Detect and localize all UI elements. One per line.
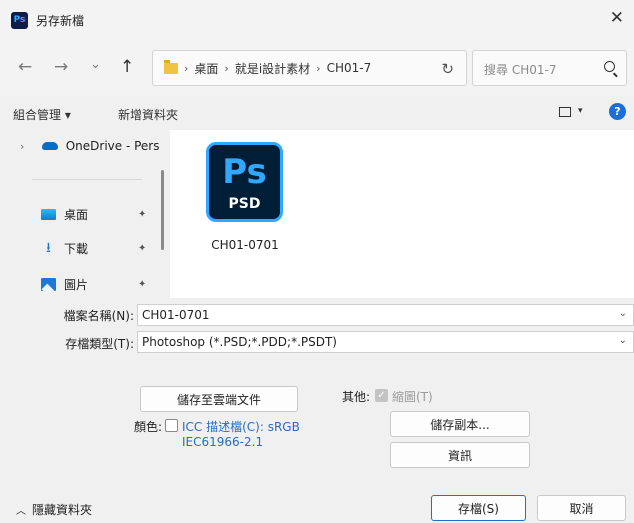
window-title: 另存新檔 — [36, 13, 85, 28]
save-button[interactable]: 存檔(S) — [431, 495, 526, 521]
organize-menu-button[interactable]: 組合管理 ▾ — [13, 106, 71, 123]
command-bar: 組合管理 ▾ 新增資料夾 ▾ ? — [0, 96, 634, 130]
filetype-select[interactable]: Photoshop (*.PSD;*.PDD;*.PSDT) ⌄ — [137, 331, 634, 353]
pictures-icon — [41, 277, 56, 291]
sidebar-item-label: OneDrive - Pers — [65, 139, 160, 153]
back-arrow-icon[interactable]: ← — [18, 58, 32, 76]
breadcrumb-separator: › — [316, 61, 321, 75]
filename-value[interactable]: CH01-0701 — [142, 308, 210, 322]
filetype-value: Photoshop (*.PSD;*.PDD;*.PSDT) — [142, 335, 337, 349]
desktop-icon — [41, 208, 56, 220]
hide-folders-label: 隱藏資料夾 — [32, 503, 93, 517]
sidebar-item-label: 桌面 — [64, 207, 89, 222]
hide-folders-button[interactable]: ︿ 隱藏資料夾 — [16, 501, 92, 518]
title-bar: Ps 另存新檔 ✕ — [0, 0, 634, 40]
icc-profile-name: IEC61966-2.1 — [182, 435, 264, 449]
search-icon[interactable] — [604, 61, 615, 72]
sidebar-item-pictures[interactable]: 圖片 ✦ — [0, 273, 160, 295]
sidebar-item-label: 圖片 — [64, 277, 89, 292]
sidebar-item-onedrive[interactable]: › OneDrive - Pers — [0, 135, 160, 157]
ps-logo-text: Ps — [222, 152, 267, 192]
psd-file-icon[interactable]: Ps PSD — [206, 142, 283, 222]
search-placeholder: 搜尋 CH01-7 — [484, 63, 557, 77]
chevron-down-icon[interactable]: ⌄ — [619, 335, 627, 346]
refresh-icon[interactable]: ↻ — [441, 60, 454, 78]
filename-label: 檔案名稱(N): — [63, 309, 134, 323]
dialog-footer: ︿ 隱藏資料夾 存檔(S) 取消 — [0, 470, 634, 523]
breadcrumb-desktop[interactable]: 桌面 — [194, 60, 218, 77]
file-name[interactable]: CH01-0701 — [194, 238, 296, 252]
sidebar-item-desktop[interactable]: 桌面 ✦ — [0, 203, 160, 225]
download-icon: ⭳ — [46, 240, 51, 256]
sidebar-item-label: 下載 — [64, 241, 89, 256]
folder-icon — [164, 59, 178, 74]
save-to-cloud-button[interactable]: 儲存至雲端文件 — [140, 386, 298, 412]
thumbnail-checkbox[interactable]: ✓ — [375, 389, 388, 402]
navigation-pane: › OneDrive - Pers 桌面 ✦ ⭳ 下載 ✦ 圖片 ✦ — [0, 130, 170, 298]
pin-icon[interactable]: ✦ — [138, 243, 146, 254]
pin-icon[interactable]: ✦ — [138, 279, 146, 290]
new-folder-button[interactable]: 新增資料夾 — [118, 106, 178, 123]
view-options-icon[interactable] — [559, 107, 571, 117]
onedrive-cloud-icon — [42, 142, 58, 150]
icc-profile-label[interactable]: ICC 描述檔(C): sRGB — [182, 418, 300, 435]
photoshop-app-icon: Ps — [11, 11, 28, 29]
expand-chevron-icon[interactable]: › — [20, 140, 24, 153]
save-options: 儲存至雲端文件 其他: ✓ 縮圖(T) 顏色: ICC 描述檔(C): sRGB… — [0, 358, 634, 470]
address-bar[interactable]: › 桌面 › 就是i設計素材 › CH01-7 ↻ — [152, 50, 467, 86]
thumbnail-label: 縮圖(T) — [392, 390, 433, 404]
save-copy-button[interactable]: 儲存副本... — [390, 411, 530, 437]
search-box[interactable]: 搜尋 CH01-7 — [472, 50, 627, 86]
navigation-bar: ← → ⌄ ↑ › 桌面 › 就是i設計素材 › CH01-7 ↻ 搜尋 CH0… — [0, 40, 634, 96]
forward-arrow-icon[interactable]: → — [54, 58, 68, 76]
recent-locations-chevron-icon[interactable]: ⌄ — [90, 56, 101, 74]
up-arrow-icon[interactable]: ↑ — [120, 58, 134, 76]
breadcrumb-separator: › — [184, 61, 189, 75]
chevron-up-icon: ︿ — [16, 506, 26, 517]
info-button[interactable]: 資訊 — [390, 442, 530, 468]
breadcrumb-ch01-7[interactable]: CH01-7 — [327, 61, 372, 75]
breadcrumb-separator: › — [224, 61, 229, 75]
psd-label: PSD — [228, 196, 261, 212]
chevron-down-icon[interactable]: ⌄ — [619, 308, 627, 319]
sidebar-divider — [32, 179, 142, 180]
sidebar-item-downloads[interactable]: ⭳ 下載 ✦ — [0, 237, 160, 259]
save-fields: 檔案名稱(N): CH01-0701 ⌄ 存檔類型(T): Photoshop … — [0, 298, 634, 358]
cancel-button[interactable]: 取消 — [537, 495, 626, 521]
view-caret-icon[interactable]: ▾ — [578, 106, 583, 116]
filename-input[interactable]: CH01-0701 ⌄ — [137, 304, 634, 326]
breadcrumb-design-materials[interactable]: 就是i設計素材 — [235, 60, 310, 77]
pin-icon[interactable]: ✦ — [138, 209, 146, 220]
file-list: Ps PSD CH01-0701 — [170, 130, 634, 298]
help-icon[interactable]: ? — [609, 103, 626, 120]
other-label: 其他: — [342, 390, 371, 404]
icc-profile-checkbox[interactable] — [165, 419, 178, 432]
color-label: 顏色: — [134, 420, 163, 434]
close-icon[interactable]: ✕ — [610, 10, 624, 27]
filetype-label: 存檔類型(T): — [65, 337, 134, 351]
sidebar-scrollbar[interactable] — [161, 170, 164, 250]
